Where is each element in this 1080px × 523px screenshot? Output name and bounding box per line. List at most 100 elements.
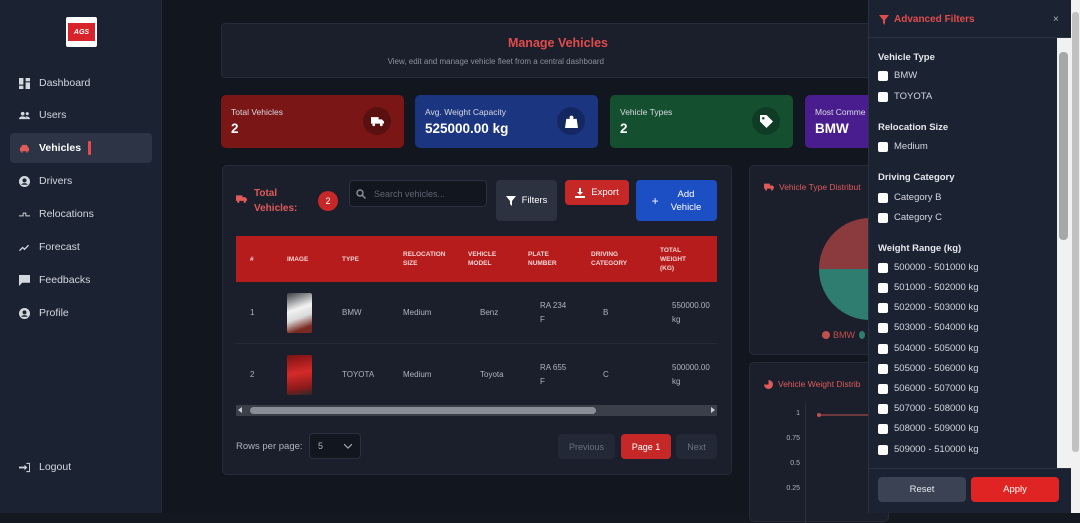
logout-icon — [18, 461, 30, 473]
col-header[interactable]: PLATE NUMBER — [528, 250, 591, 268]
sidebar-item-label: Drivers — [39, 175, 73, 187]
checkbox-medium[interactable]: Medium — [878, 141, 928, 152]
y-tick-label: 1 — [796, 410, 800, 417]
reset-button[interactable]: Reset — [878, 477, 966, 502]
col-header[interactable]: TOTAL WEIGHT (KG) — [660, 246, 705, 273]
sidebar-item-vehicles[interactable]: Vehicles — [10, 133, 152, 163]
sidebar-item-dashboard[interactable]: Dashboard — [10, 68, 152, 98]
checkbox-weight-range[interactable]: 507000 - 508000 kg — [878, 403, 979, 414]
filter-group-weight-range: Weight Range (kg) — [878, 243, 962, 254]
checkbox-weight-range[interactable]: 505000 - 506000 kg — [878, 363, 979, 374]
table-row[interactable]: 2 TOYOTA Medium Toyota RA 655 F C 500000.… — [236, 344, 717, 406]
sidebar-item-profile[interactable]: Profile — [10, 298, 152, 328]
user-circle-icon — [18, 175, 30, 187]
checkbox-bmw[interactable]: BMW — [878, 70, 917, 81]
vehicle-image[interactable] — [287, 292, 312, 333]
sidebar-item-users[interactable]: Users — [10, 100, 152, 130]
search-box[interactable] — [349, 180, 487, 207]
sidebar-item-relocations[interactable]: Relocations — [10, 199, 152, 229]
chevron-down-icon — [344, 443, 352, 449]
checkbox-weight-range[interactable]: 503000 - 504000 kg — [878, 322, 979, 333]
chart-title-text: Vehicle Type Distribut — [779, 182, 861, 192]
sidebar-item-forecast[interactable]: Forecast — [10, 232, 152, 262]
scroll-left-icon[interactable] — [238, 407, 242, 413]
checkbox-weight-range[interactable]: 502000 - 503000 kg — [878, 302, 979, 313]
search-input[interactable] — [374, 188, 484, 199]
rows-per-page-select[interactable]: 5 — [309, 433, 361, 459]
data-point — [817, 413, 821, 417]
checkbox-category-c[interactable]: Category C — [878, 212, 942, 223]
page-scroll-thumb[interactable] — [1072, 12, 1079, 452]
scroll-thumb[interactable] — [250, 407, 596, 414]
logout-button[interactable]: Logout — [10, 452, 152, 482]
profile-icon — [18, 307, 30, 319]
logo[interactable]: AGS — [66, 17, 97, 47]
weight-icon — [557, 107, 585, 135]
sidebar-item-label: Relocations — [39, 208, 94, 220]
vehicle-type-chart-title: Vehicle Type Distribut — [764, 182, 861, 192]
drawer-body: Vehicle Type BMW TOYOTA Relocation Size … — [869, 38, 1059, 468]
trend-icon — [18, 241, 30, 253]
filter-group-driving-category: Driving Category — [878, 172, 955, 183]
tag-icon — [752, 107, 780, 135]
chart-title-text: Vehicle Weight Distrib — [778, 379, 861, 389]
table-row[interactable]: 1 BMW Medium Benz RA 234 F B 550000.00 kg — [236, 282, 717, 344]
sidebar-item-feedbacks[interactable]: Feedbacks — [10, 265, 152, 295]
sidebar-item-label: Users — [39, 109, 67, 121]
active-indicator — [88, 141, 92, 155]
filters-button[interactable]: Filters — [496, 180, 557, 221]
drawer-header: Advanced Filters × — [869, 0, 1080, 38]
table-horizontal-scrollbar[interactable] — [236, 405, 717, 416]
col-header[interactable]: TYPE — [342, 255, 403, 264]
total-vehicles-label: Total Vehicles: — [236, 186, 297, 216]
drawer-title: Advanced Filters — [879, 14, 975, 25]
weight-chart-title: Vehicle Weight Distrib — [764, 379, 861, 389]
logo-mark: AGS — [68, 23, 95, 41]
close-icon[interactable]: × — [1053, 14, 1059, 25]
page-1-button[interactable]: Page 1 — [621, 434, 671, 459]
page-subtitle: View, edit and manage vehicle fleet from… — [387, 57, 604, 66]
sidebar-item-label: Feedbacks — [39, 274, 91, 286]
col-header[interactable]: VEHICLE MODEL — [468, 250, 528, 268]
sidebar-item-label: Forecast — [39, 241, 80, 253]
checkbox-weight-range[interactable]: 508000 - 509000 kg — [878, 423, 979, 434]
col-header[interactable]: RELOCATION SIZE — [403, 250, 468, 268]
y-tick-label: 0.75 — [786, 435, 800, 442]
filter-group-relocation-size: Relocation Size — [878, 122, 949, 133]
route-icon — [18, 208, 30, 220]
checkbox-weight-range[interactable]: 509000 - 510000 kg — [878, 444, 979, 455]
scroll-right-icon[interactable] — [711, 407, 715, 413]
y-tick-label: 0.5 — [790, 460, 800, 467]
dashboard-icon — [18, 77, 30, 89]
filter-icon — [505, 195, 516, 206]
drawer-scroll-thumb[interactable] — [1059, 52, 1068, 240]
users-icon — [18, 109, 30, 121]
export-button[interactable]: Export — [565, 180, 629, 205]
sidebar-item-label: Vehicles — [39, 142, 82, 154]
stat-card-vehicle-types: Vehicle Types 2 — [610, 95, 793, 148]
sidebar-item-label: Dashboard — [39, 77, 91, 89]
col-header[interactable]: IMAGE — [287, 255, 342, 264]
car-icon — [18, 142, 30, 154]
checkbox-weight-range[interactable]: 500000 - 501000 kg — [878, 262, 979, 273]
checkbox-weight-range[interactable]: 506000 - 507000 kg — [878, 383, 979, 394]
stat-card-total-vehicles: Total Vehicles 2 — [221, 95, 404, 148]
previous-button[interactable]: Previous — [558, 434, 615, 459]
checkbox-toyota[interactable]: TOYOTA — [878, 91, 932, 102]
filter-icon — [879, 14, 889, 25]
checkbox-weight-range[interactable]: 501000 - 502000 kg — [878, 282, 979, 293]
sidebar-item-drivers[interactable]: Drivers — [10, 166, 152, 196]
apply-button[interactable]: Apply — [971, 477, 1059, 502]
table-header: # IMAGE TYPE RELOCATION SIZE VEHICLE MOD… — [236, 236, 717, 282]
next-button[interactable]: Next — [676, 434, 717, 459]
add-vehicle-button[interactable]: + Add Vehicle — [636, 180, 717, 221]
chart-legend-bmw: BMW — [822, 330, 865, 340]
checkbox-category-b[interactable]: Category B — [878, 192, 942, 203]
sidebar: AGS Dashboard Users Vehicles Drivers Rel… — [0, 0, 162, 513]
plus-icon: + — [651, 193, 659, 208]
count-badge: 2 — [318, 191, 338, 211]
col-header[interactable]: DRIVING CATEGORY — [591, 250, 660, 268]
vehicle-image[interactable] — [287, 354, 312, 395]
checkbox-weight-range[interactable]: 504000 - 505000 kg — [878, 343, 979, 354]
col-header[interactable]: # — [236, 255, 287, 264]
